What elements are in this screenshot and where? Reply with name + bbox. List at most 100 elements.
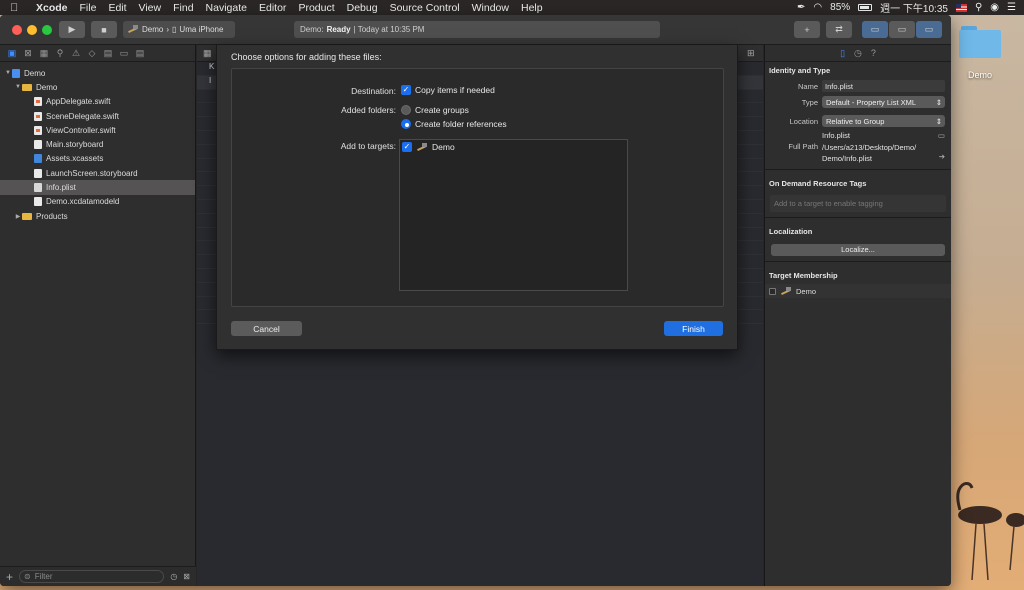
related-items-icon[interactable]: ▦: [203, 48, 212, 59]
inspector-selector-bar: ▯ ◷ ?: [765, 45, 951, 62]
scheme-selector[interactable]: Demo › ▯ Uma iPhone: [123, 21, 235, 38]
quick-help-icon[interactable]: ?: [871, 48, 876, 58]
finish-button[interactable]: Finish: [664, 321, 723, 336]
code-review-button[interactable]: ⇄: [826, 21, 852, 38]
swift-file-icon: [34, 97, 42, 107]
menu-app-xcode[interactable]: Xcode: [36, 2, 68, 14]
tree-label: LaunchScreen.storyboard: [46, 168, 138, 178]
report-navigator-icon[interactable]: ▤: [135, 48, 145, 58]
modified-files-icon[interactable]: ⊠: [183, 572, 190, 581]
menu-product[interactable]: Product: [298, 2, 334, 14]
zoom-window-button[interactable]: [42, 25, 52, 35]
test-navigator-icon[interactable]: ◇: [87, 48, 97, 58]
file-inspector-icon[interactable]: ▯: [840, 48, 845, 59]
notification-center-icon[interactable]: ☰: [1007, 2, 1016, 13]
tree-row-folder[interactable]: ▼ Demo: [0, 80, 195, 94]
stop-button[interactable]: ■: [91, 21, 117, 38]
recent-files-icon[interactable]: ◷: [170, 572, 177, 581]
battery-percent[interactable]: 85%: [830, 2, 850, 13]
desktop-folder-demo[interactable]: Demo: [956, 26, 1004, 80]
run-button[interactable]: ▶: [59, 21, 85, 38]
debug-navigator-icon[interactable]: ▤: [103, 48, 113, 58]
create-folder-refs-radio[interactable]: [401, 119, 411, 129]
menu-help[interactable]: Help: [521, 2, 543, 14]
cancel-button[interactable]: Cancel: [231, 321, 302, 336]
copy-items-option[interactable]: ✓ Copy items if needed: [401, 85, 495, 95]
tree-row-file[interactable]: SceneDelegate.swift: [0, 109, 195, 123]
disclosure-closed-icon[interactable]: ▶: [14, 213, 22, 220]
target-membership-title: Target Membership: [769, 271, 838, 280]
breakpoint-navigator-icon[interactable]: ▭: [119, 48, 129, 58]
activity-viewer: Demo: Ready | Today at 10:35 PM: [294, 21, 660, 38]
file-tree: ▼ Demo ▼ Demo AppDelegate.swift SceneDel…: [0, 62, 195, 223]
target-membership-row: Demo: [765, 284, 951, 298]
localize-button[interactable]: Localize...: [771, 244, 945, 256]
editor-options-icon[interactable]: ⊞: [747, 48, 755, 59]
tree-row-file[interactable]: Demo.xcdatamodeld: [0, 195, 195, 209]
menu-find[interactable]: Find: [173, 2, 193, 14]
tree-row-file[interactable]: LaunchScreen.storyboard: [0, 166, 195, 180]
menu-edit[interactable]: Edit: [108, 2, 126, 14]
symbol-navigator-icon[interactable]: ▦: [39, 48, 49, 58]
source-control-navigator-icon[interactable]: ⊠: [23, 48, 33, 58]
create-groups-radio[interactable]: [401, 105, 411, 115]
xcode-project-icon: [12, 68, 20, 78]
target-row[interactable]: ✓ Demo: [402, 142, 455, 152]
tree-row-file[interactable]: AppDelegate.swift: [0, 95, 195, 109]
copy-items-checkbox[interactable]: ✓: [401, 85, 411, 95]
extra-menu-icon[interactable]: ✒: [797, 2, 805, 13]
reveal-in-finder-icon[interactable]: ➔: [939, 152, 945, 164]
scheme-target: Demo: [142, 25, 164, 34]
spotlight-search-icon[interactable]: ⚲: [975, 2, 982, 13]
type-popup[interactable]: Default - Property List XML ⇕: [822, 96, 945, 108]
menu-navigate[interactable]: Navigate: [206, 2, 247, 14]
destination-label: Destination:: [351, 86, 396, 96]
toggle-inspector-button[interactable]: ▭: [916, 21, 942, 38]
toggle-navigator-button[interactable]: ▭: [862, 21, 888, 38]
minimize-window-button[interactable]: [27, 25, 37, 35]
apple-menu-icon[interactable]: : [10, 2, 22, 14]
menu-source-control[interactable]: Source Control: [390, 2, 460, 14]
find-navigator-icon[interactable]: ⚲: [55, 48, 65, 58]
location-popup[interactable]: Relative to Group ⇕: [822, 115, 945, 127]
swift-file-icon: [34, 111, 42, 121]
user-avatar-icon[interactable]: ◉: [990, 2, 999, 13]
issue-navigator-icon[interactable]: ⚠: [71, 48, 81, 58]
tree-row-file[interactable]: Assets.xcassets: [0, 152, 195, 166]
menu-clock[interactable]: 週一 下午10:35: [880, 0, 948, 15]
tree-row-file[interactable]: ViewController.swift: [0, 123, 195, 137]
choose-folder-icon[interactable]: ▭: [938, 131, 945, 140]
create-groups-option[interactable]: Create groups: [401, 105, 469, 115]
close-window-button[interactable]: [12, 25, 22, 35]
add-files-sheet: Choose options for adding these files: D…: [216, 45, 738, 350]
history-inspector-icon[interactable]: ◷: [854, 48, 862, 59]
type-label: Type: [801, 97, 818, 107]
target-membership-checkbox[interactable]: [769, 287, 776, 295]
create-folder-refs-option[interactable]: Create folder references: [401, 119, 507, 129]
tree-row-project[interactable]: ▼ Demo: [0, 66, 195, 80]
add-file-icon[interactable]: +: [6, 570, 13, 584]
target-checkbox[interactable]: ✓: [402, 142, 412, 152]
target-membership-name: Demo: [796, 286, 817, 296]
input-source-flag-icon[interactable]: [955, 3, 967, 12]
library-plus-button[interactable]: +: [794, 21, 820, 38]
menu-view[interactable]: View: [139, 2, 162, 14]
filter-input[interactable]: ⊜ Filter: [19, 570, 165, 583]
name-field[interactable]: Info.plist: [822, 80, 945, 92]
tree-row-file-selected[interactable]: Info.plist: [0, 180, 195, 195]
disclosure-open-icon[interactable]: ▼: [4, 70, 12, 76]
tree-row-folder[interactable]: ▶ Products: [0, 209, 195, 223]
tree-label: Assets.xcassets: [46, 154, 104, 164]
menu-window[interactable]: Window: [472, 2, 509, 14]
project-navigator-folder-icon[interactable]: ▣: [7, 48, 17, 58]
app-target-icon: [416, 142, 428, 152]
menu-debug[interactable]: Debug: [347, 2, 378, 14]
disclosure-open-icon[interactable]: ▼: [14, 84, 22, 90]
sheet-title: Choose options for adding these files:: [231, 52, 382, 62]
tree-row-file[interactable]: Main.storyboard: [0, 137, 195, 151]
menu-file[interactable]: File: [80, 2, 97, 14]
toggle-debug-area-button[interactable]: ▭: [889, 21, 915, 38]
menu-editor[interactable]: Editor: [259, 2, 286, 14]
battery-icon[interactable]: [858, 4, 873, 11]
wifi-icon[interactable]: ◠: [813, 2, 822, 13]
